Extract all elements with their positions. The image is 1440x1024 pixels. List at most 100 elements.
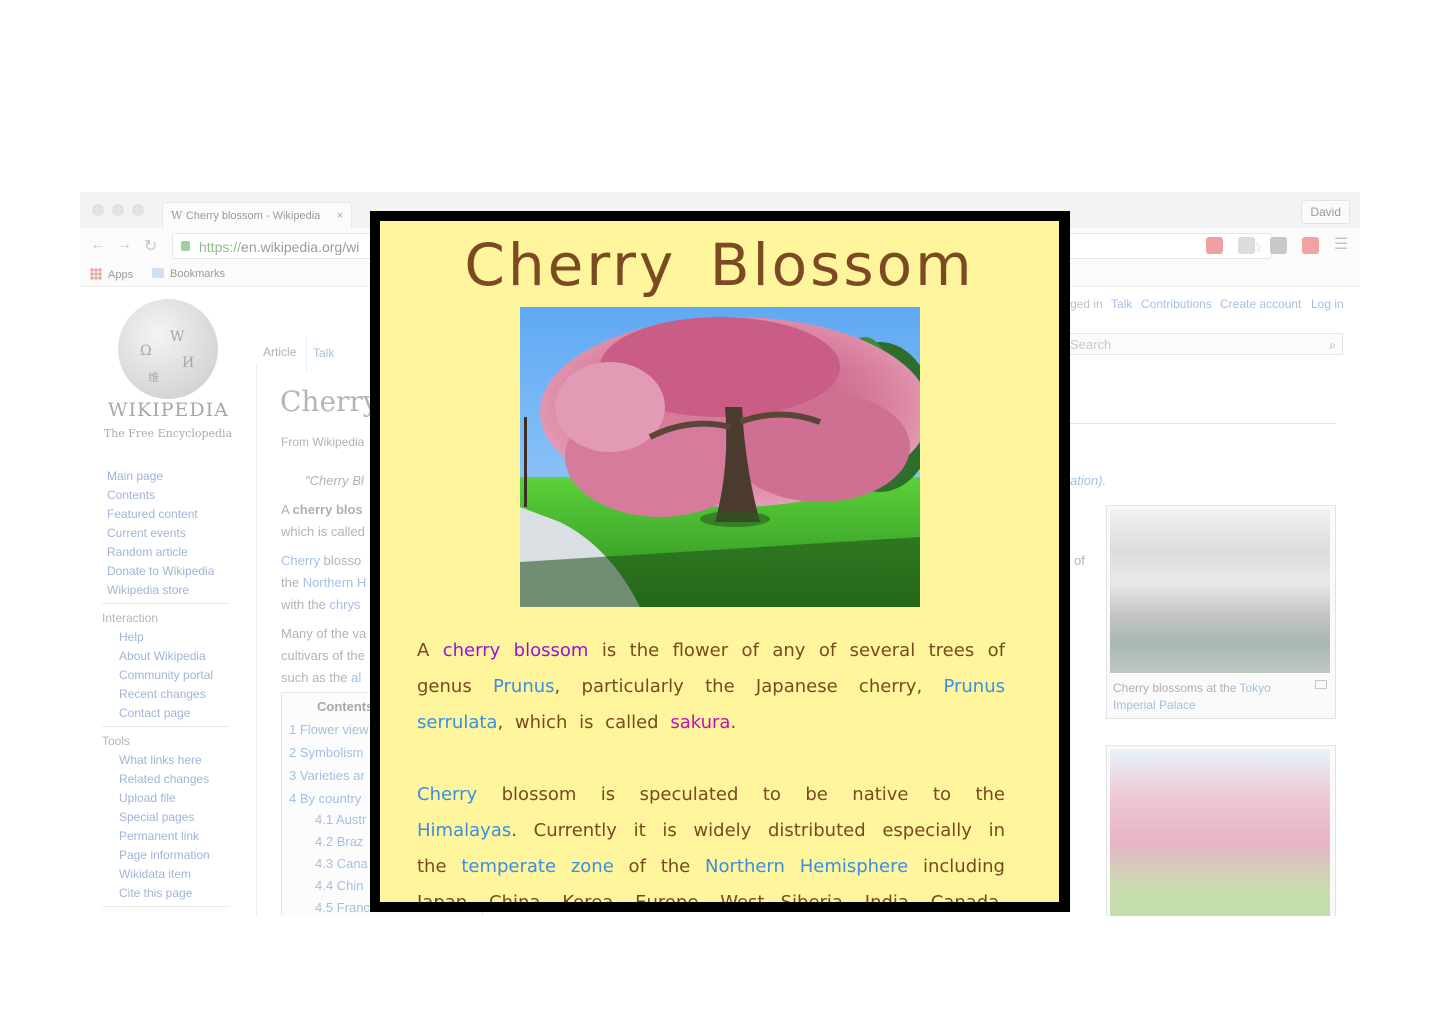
forward-arrow-icon[interactable]: →: [116, 236, 132, 254]
sidebar-link-store[interactable]: Wikipedia store: [107, 583, 189, 597]
toc-item[interactable]: 4.5 France: [315, 900, 377, 915]
hatnote-right[interactable]: ation).: [1070, 473, 1106, 488]
tokyo-palace-image[interactable]: [1110, 509, 1330, 673]
sidebar-link-contents[interactable]: Contents: [107, 488, 155, 502]
opera-extension-icon[interactable]: [1206, 237, 1223, 254]
personal-link-create-account[interactable]: Create account: [1220, 297, 1301, 311]
sidebar-link-recent-changes[interactable]: Recent changes: [119, 687, 206, 701]
paragraph-text: , which is called: [497, 712, 671, 733]
sidebar-link-permanent-link[interactable]: Permanent link: [119, 829, 199, 843]
personal-link-talk[interactable]: Talk: [1111, 297, 1132, 311]
tab-talk[interactable]: Talk: [306, 337, 341, 371]
article-line: which is called: [281, 524, 365, 539]
article-title: Cherry: [280, 385, 379, 418]
login-status: ged in: [1070, 297, 1103, 311]
toc-item[interactable]: 3 Varieties ar: [289, 768, 365, 783]
wikipedia-globe-logo[interactable]: Ω W И 维: [118, 299, 218, 399]
toc-item[interactable]: 4.4 Chin: [315, 878, 363, 893]
bookmark-apps[interactable]: Apps: [90, 268, 133, 281]
paragraph-link[interactable]: temperate zone: [461, 856, 613, 877]
article-line: with the chrys: [281, 597, 361, 612]
hatnote-left: "Cherry Bl: [305, 473, 364, 488]
toc-title: Contents: [317, 699, 374, 714]
toc-item[interactable]: 1 Flower view: [289, 722, 368, 737]
cherry-tree-thumbnail-image[interactable]: [1110, 749, 1330, 916]
evernote-extension-icon[interactable]: [1270, 237, 1287, 254]
close-window-button[interactable]: [92, 204, 104, 216]
sidebar-link-random-article[interactable]: Random article: [107, 545, 188, 559]
sidebar-link-help[interactable]: Help: [119, 630, 144, 644]
tab-favicon-icon: W: [171, 209, 186, 222]
tab-article[interactable]: Article: [263, 345, 296, 359]
back-arrow-icon[interactable]: ←: [90, 236, 106, 254]
menu-icon[interactable]: ☰: [1334, 234, 1351, 253]
paragraph-link[interactable]: Prunus: [493, 676, 555, 697]
paragraph-text: blossom is speculated to be native to th…: [477, 784, 1005, 805]
sidebar-divider: [102, 726, 230, 727]
enlarge-icon[interactable]: [1315, 680, 1327, 689]
record-extension-icon[interactable]: [1302, 237, 1319, 254]
paragraph-link[interactable]: Himalayas: [417, 820, 511, 841]
article-from: From Wikipedia: [281, 435, 365, 449]
personal-link-contributions[interactable]: Contributions: [1141, 297, 1212, 311]
thumbnail-cherry-tree[interactable]: [1106, 745, 1336, 916]
sidebar-link-about[interactable]: About Wikipedia: [119, 649, 206, 663]
sidebar-link-wikidata-item[interactable]: Wikidata item: [119, 867, 191, 881]
profile-button[interactable]: David: [1301, 200, 1350, 224]
card-title: Cherry Blossom: [464, 231, 975, 299]
tab-close-icon[interactable]: ×: [337, 203, 343, 228]
sidebar-link-related-changes[interactable]: Related changes: [119, 772, 209, 786]
personal-link-log-in[interactable]: Log in: [1311, 297, 1344, 311]
toc-item[interactable]: 4.2 Braz: [315, 834, 363, 849]
thumbnail-tokyo[interactable]: Cherry blossoms at the Tokyo Imperial Pa…: [1106, 505, 1336, 719]
reload-icon[interactable]: ↻: [144, 236, 157, 256]
card-paragraph-2: Cherry blossom is speculated to be nativ…: [417, 777, 1005, 902]
card-paragraph-1: A cherry blossom is the flower of any of…: [417, 633, 1005, 741]
paragraph-text: A: [417, 640, 443, 661]
article-line: A cherry blos: [281, 502, 363, 517]
sidebar-divider: [102, 906, 230, 907]
article-line-right: of: [1074, 553, 1085, 568]
article-line: such as the al: [281, 670, 362, 685]
paragraph-text: .: [730, 712, 737, 733]
sidebar-link-page-information[interactable]: Page information: [119, 848, 210, 862]
toc-item[interactable]: 4 By country: [289, 791, 361, 806]
url-text: en.wikipedia.org/wi: [241, 239, 360, 255]
paragraph-link[interactable]: Cherry: [417, 784, 477, 805]
search-icon[interactable]: ⌕: [1329, 334, 1336, 356]
sidebar-heading-tools: Tools: [102, 734, 131, 748]
sidebar-link-special-pages[interactable]: Special pages: [119, 810, 194, 824]
paragraph-link[interactable]: Northern Hemisphere: [705, 856, 908, 877]
sidebar-link-cite-this-page[interactable]: Cite this page: [119, 886, 192, 900]
toc-item[interactable]: 4.1 Austr: [315, 812, 366, 827]
paragraph-text: [500, 640, 513, 661]
paragraph-text: of the: [613, 856, 706, 877]
maximize-window-button[interactable]: [132, 204, 144, 216]
title-underline: [1070, 423, 1336, 424]
sidebar-link-main-page[interactable]: Main page: [107, 469, 163, 483]
paragraph-link[interactable]: cherry: [443, 640, 501, 661]
sidebar-link-what-links-here[interactable]: What links here: [119, 753, 202, 767]
toc-item[interactable]: 4.3 Cana: [315, 856, 368, 871]
sidebar-divider: [102, 603, 230, 604]
sidebar-link-featured-content[interactable]: Featured content: [107, 507, 198, 521]
wiki-search-input[interactable]: Search ⌕: [1065, 333, 1343, 355]
paragraph-link[interactable]: sakura: [670, 712, 730, 733]
toc-item[interactable]: 2 Symbolism: [289, 745, 363, 760]
apps-grid-icon: [90, 268, 102, 280]
browser-tab[interactable]: W Cherry blossom - Wikipedia ×: [162, 202, 352, 228]
article-line: the Northern H: [281, 575, 367, 590]
sidebar-link-upload-file[interactable]: Upload file: [119, 791, 176, 805]
sidebar-link-community-portal[interactable]: Community portal: [119, 668, 213, 682]
lock-icon: [181, 241, 190, 251]
card-content: Cherry Blossom A cherry blossom is the f…: [380, 221, 1059, 902]
minimize-window-button[interactable]: [112, 204, 124, 216]
bookmark-folder[interactable]: Bookmarks: [152, 268, 225, 280]
extension-icon[interactable]: [1238, 237, 1255, 254]
sidebar-link-current-events[interactable]: Current events: [107, 526, 186, 540]
sidebar-link-contact-page[interactable]: Contact page: [119, 706, 190, 720]
article-line: Many of the va: [281, 626, 367, 641]
sidebar-link-donate[interactable]: Donate to Wikipedia: [107, 564, 214, 578]
paragraph-link[interactable]: blossom: [514, 640, 589, 661]
article-line: Cherry blosso: [281, 553, 362, 568]
